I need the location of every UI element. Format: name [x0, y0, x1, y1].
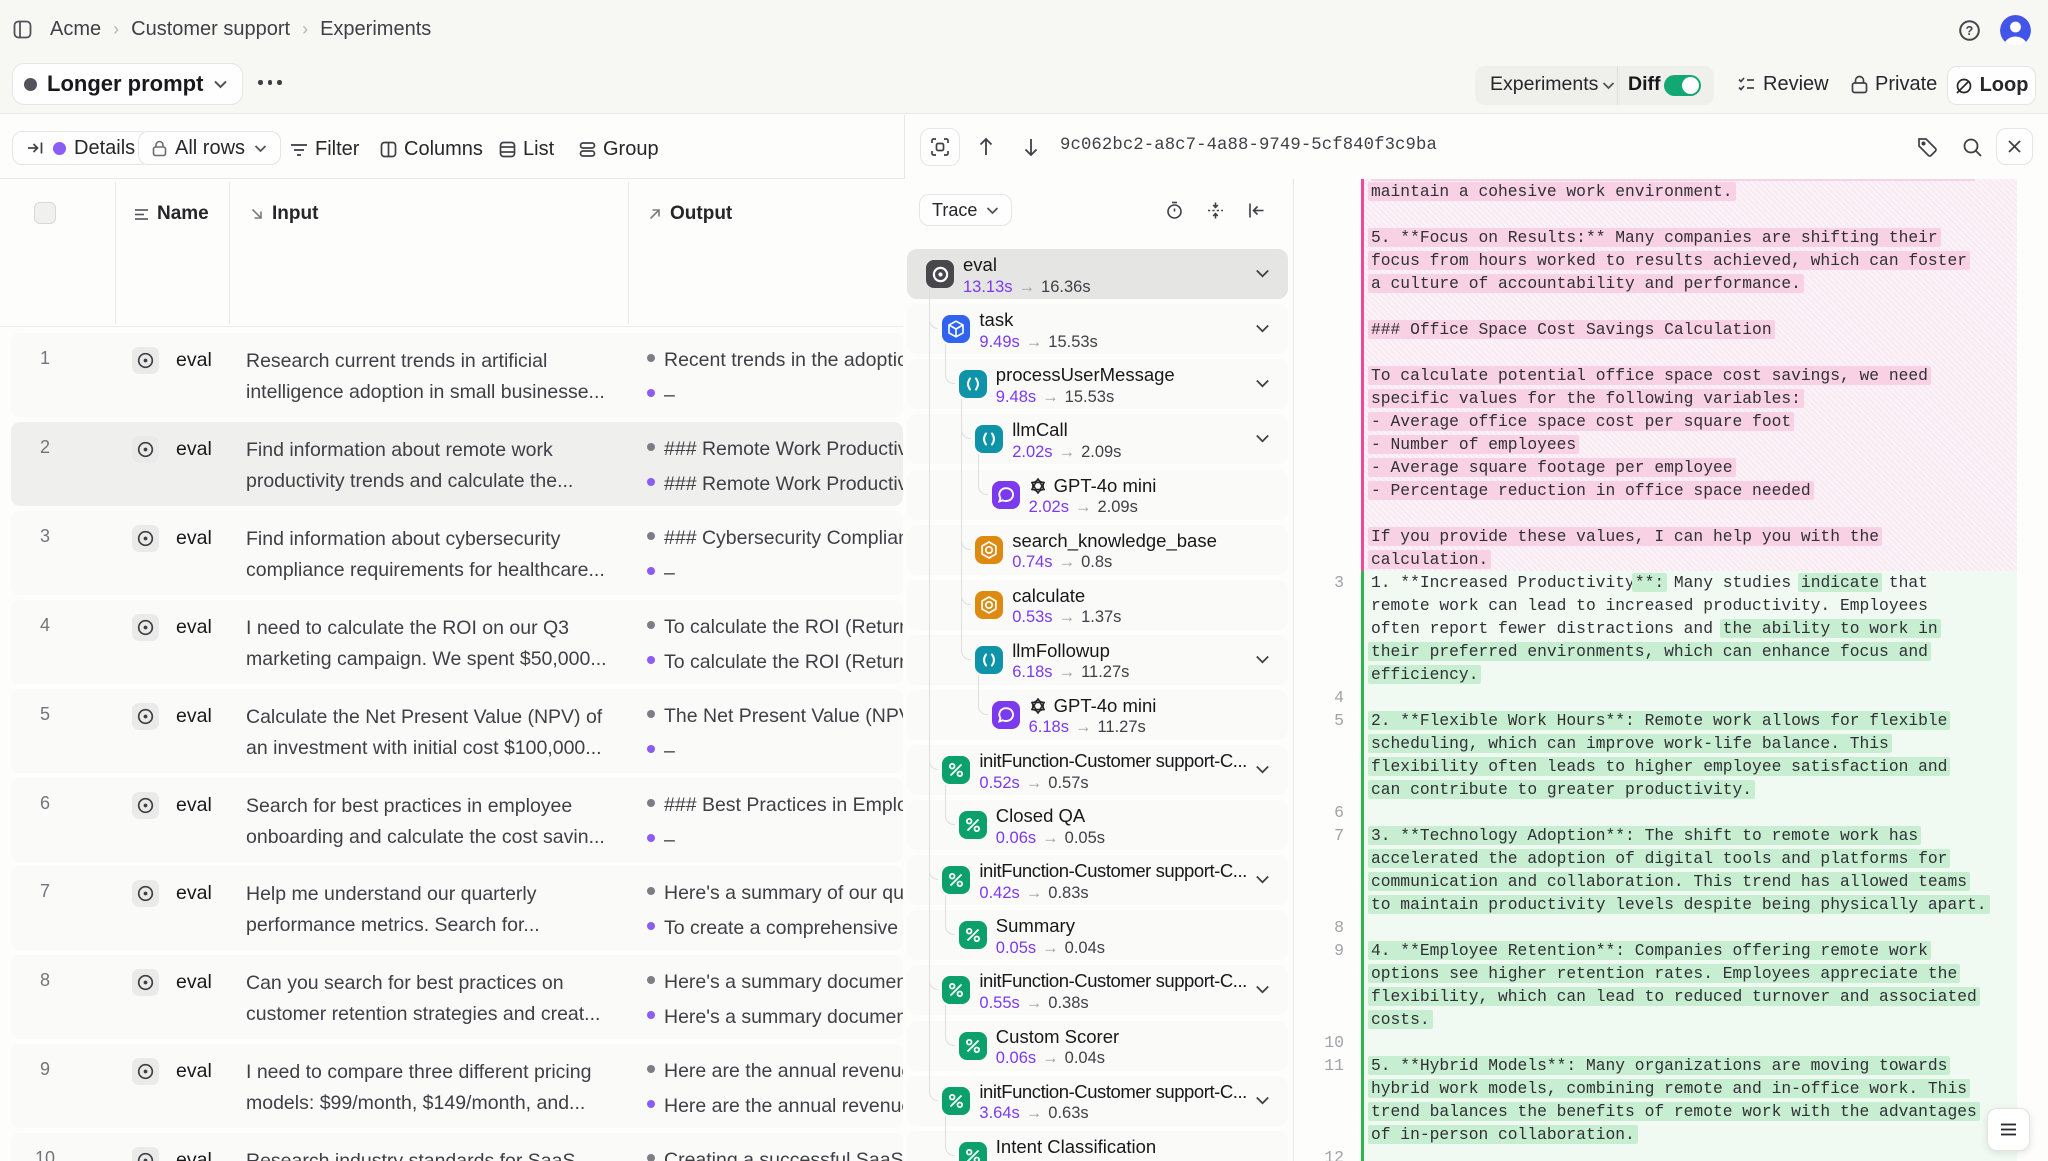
svg-text:?: ? — [1966, 24, 1974, 38]
